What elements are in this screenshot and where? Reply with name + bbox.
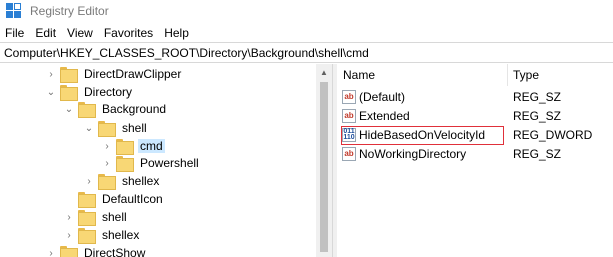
value-name: Extended [359,109,410,123]
values-list[interactable]: Name Type ab (Default) REG_SZ ab Extende… [337,64,613,257]
tree-node-cmd[interactable]: › cmd [102,137,165,155]
chevron-right-icon[interactable]: › [46,248,56,257]
tree-node-label: shellex [102,228,140,242]
menu-bar: File Edit View Favorites Help [0,23,195,42]
folder-icon [60,67,78,83]
tree-node-label: Powershell [140,156,199,170]
folder-icon [78,228,96,244]
tree-node-powershell[interactable]: › Powershell [102,154,201,172]
address-bar[interactable]: Computer\HKEY_CLASSES_ROOT\Directory\Bac… [0,42,613,63]
tree-node-defaulticon[interactable]: DefaultIcon [64,190,165,208]
column-header-name[interactable]: Name [343,68,375,82]
address-path: Computer\HKEY_CLASSES_ROOT\Directory\Bac… [4,45,369,60]
string-value-icon: ab [342,109,356,123]
value-row-noworkingdirectory[interactable]: ab NoWorkingDirectory REG_SZ [337,145,613,164]
tree-node-label: DirectDrawClipper [84,67,182,81]
title-bar: Registry Editor [0,0,613,22]
tree-node-shellex[interactable]: › shellex [84,172,161,190]
list-header: Name Type [337,64,613,86]
string-value-icon: ab [342,90,356,104]
value-type: REG_DWORD [513,128,593,142]
value-row-extended[interactable]: ab Extended REG_SZ [337,107,613,126]
chevron-down-icon[interactable]: ⌄ [46,87,56,98]
menu-file[interactable]: File [0,26,30,40]
value-type: REG_SZ [513,147,562,161]
chevron-down-icon[interactable]: ⌄ [64,104,74,115]
value-row-default[interactable]: ab (Default) REG_SZ [337,88,613,107]
folder-icon [98,121,116,137]
tree-node-label: cmd [138,139,165,153]
folder-icon [116,156,134,172]
tree-node-directdrawclipper[interactable]: › DirectDrawClipper [46,65,183,83]
folder-icon [78,102,96,118]
tree-scrollbar[interactable]: ▲ [316,64,332,257]
folder-icon [60,246,78,257]
menu-help[interactable]: Help [159,26,195,40]
folder-icon [78,210,96,226]
scrollbar-thumb[interactable] [320,82,328,252]
chevron-right-icon[interactable]: › [64,230,74,241]
value-type: REG_SZ [513,109,562,123]
value-name: NoWorkingDirectory [359,147,467,161]
key-tree[interactable]: › DirectDrawClipper ⌄ Directory ⌄ Backgr… [0,64,316,257]
tree-node-label: DirectShow [84,246,146,257]
tree-node-shell[interactable]: ⌄ shell [84,119,149,137]
tree-node-label: Directory [84,85,133,99]
tree-node-directory[interactable]: ⌄ Directory [46,83,134,101]
chevron-right-icon[interactable]: › [64,212,74,223]
value-type: REG_SZ [513,90,562,104]
menu-view[interactable]: View [62,26,99,40]
tree-node-background[interactable]: ⌄ Background [64,100,168,118]
column-header-type[interactable]: Type [513,68,539,82]
tree-node-shell[interactable]: › shell [64,208,129,226]
column-divider[interactable] [507,64,508,86]
tree-node-shellex[interactable]: › shellex [64,226,141,244]
chevron-right-icon[interactable]: › [46,69,56,80]
folder-icon [98,174,116,190]
tree-node-label: Background [102,102,167,116]
window-title: Registry Editor [30,4,109,18]
folder-icon [60,85,78,101]
menu-edit[interactable]: Edit [30,26,62,40]
folder-icon [78,192,96,208]
tree-node-label: shell [102,210,127,224]
string-value-icon: ab [342,147,356,161]
chevron-down-icon[interactable]: ⌄ [84,123,94,134]
menu-favorites[interactable]: Favorites [99,26,159,40]
registry-editor-icon [6,3,22,19]
value-name: (Default) [359,90,406,104]
tree-node-label: shell [122,121,147,135]
tree-node-label: DefaultIcon [102,192,163,206]
highlight-annotation-box [341,126,504,145]
chevron-right-icon[interactable]: › [102,141,112,152]
scroll-up-icon[interactable]: ▲ [316,64,332,80]
chevron-right-icon[interactable]: › [84,176,94,187]
chevron-right-icon[interactable]: › [102,158,112,169]
tree-node-directshow[interactable]: › DirectShow [46,244,147,257]
folder-icon [116,139,134,155]
tree-node-label: shellex [122,174,160,188]
